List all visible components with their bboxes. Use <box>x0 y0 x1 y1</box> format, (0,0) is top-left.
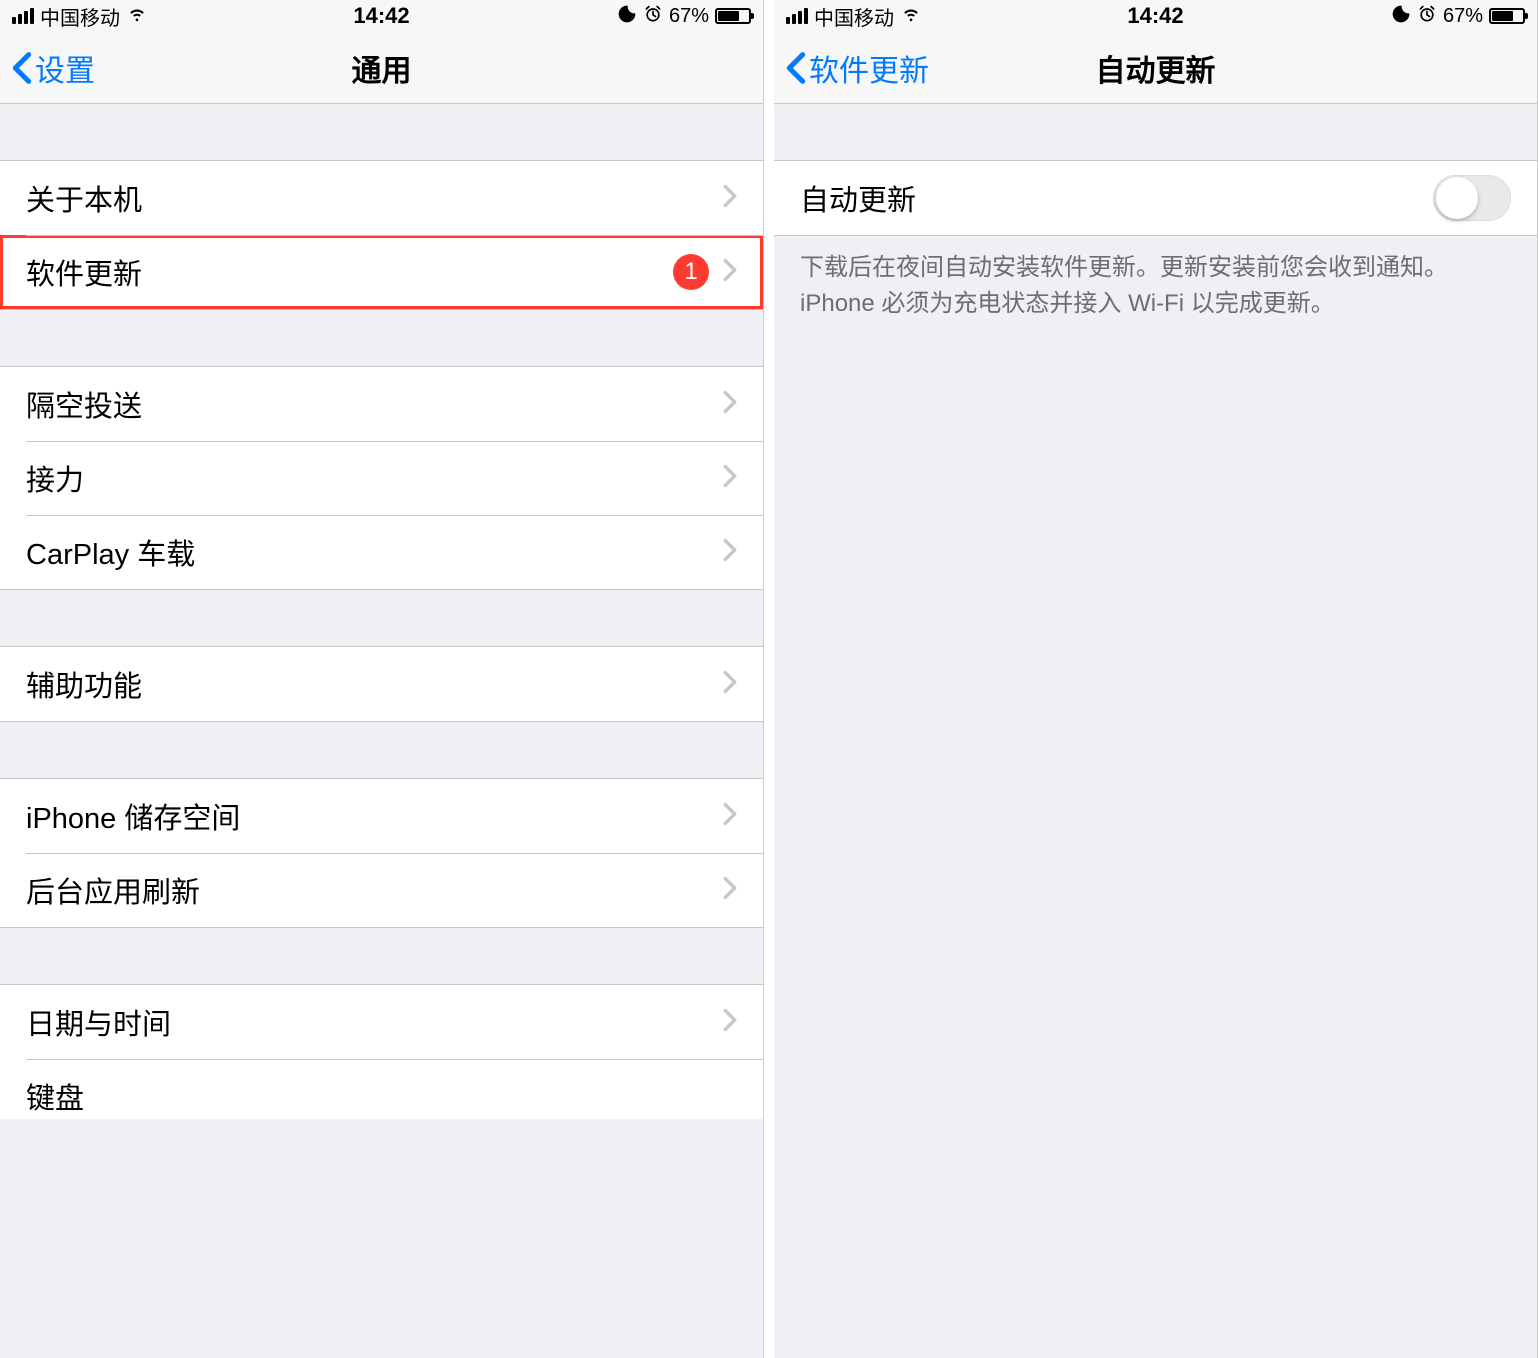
alarm-icon <box>643 4 663 29</box>
row-carplay[interactable]: CarPlay 车载 <box>0 515 763 589</box>
list-group: 辅助功能 <box>0 646 763 722</box>
wifi-icon <box>900 2 922 30</box>
chevron-right-icon <box>723 538 737 567</box>
row-label: 辅助功能 <box>26 663 142 705</box>
battery-percent: 67% <box>1443 5 1483 28</box>
chevron-right-icon <box>723 670 737 699</box>
status-bar: 中国移动 14:42 67% <box>0 0 763 32</box>
row-keyboard[interactable]: 键盘 <box>0 1059 763 1119</box>
list-group: 关于本机 软件更新 1 <box>0 160 763 310</box>
do-not-disturb-icon <box>1391 4 1411 29</box>
row-label: 隔空投送 <box>26 383 142 425</box>
list-group: 自动更新 <box>774 160 1537 236</box>
chevron-right-icon <box>723 1008 737 1037</box>
do-not-disturb-icon <box>617 4 637 29</box>
page-title: 通用 <box>352 46 412 90</box>
row-label: 日期与时间 <box>26 1001 171 1043</box>
row-storage[interactable]: iPhone 储存空间 <box>0 779 763 853</box>
nav-bar: 软件更新 自动更新 <box>774 32 1537 104</box>
row-label: 关于本机 <box>26 177 142 219</box>
section-spacer <box>0 104 763 160</box>
nav-bar: 设置 通用 <box>0 32 763 104</box>
row-handoff[interactable]: 接力 <box>0 441 763 515</box>
row-airdrop[interactable]: 隔空投送 <box>0 367 763 441</box>
footer-description: 下载后在夜间自动安装软件更新。更新安装前您会收到通知。iPhone 必须为充电状… <box>774 236 1537 336</box>
carrier-label: 中国移动 <box>814 2 894 31</box>
auto-update-toggle[interactable] <box>1433 175 1511 221</box>
notification-badge: 1 <box>673 254 709 290</box>
back-button[interactable]: 设置 <box>12 46 95 90</box>
list-group: 日期与时间 键盘 <box>0 984 763 1119</box>
row-background-refresh[interactable]: 后台应用刷新 <box>0 853 763 927</box>
battery-icon <box>715 8 751 24</box>
status-bar: 中国移动 14:42 67% <box>774 0 1537 32</box>
section-spacer <box>774 104 1537 160</box>
row-about[interactable]: 关于本机 <box>0 161 763 235</box>
list-group: iPhone 储存空间 后台应用刷新 <box>0 778 763 928</box>
chevron-right-icon <box>723 390 737 419</box>
signal-icon <box>12 8 34 24</box>
back-label: 软件更新 <box>809 46 929 90</box>
battery-percent: 67% <box>669 5 709 28</box>
chevron-right-icon <box>723 802 737 831</box>
status-time: 14:42 <box>353 3 409 29</box>
wifi-icon <box>126 2 148 30</box>
chevron-right-icon <box>723 258 737 287</box>
row-label: 自动更新 <box>800 177 916 219</box>
section-spacer <box>0 590 763 646</box>
row-label: iPhone 储存空间 <box>26 795 240 837</box>
alarm-icon <box>1417 4 1437 29</box>
chevron-right-icon <box>723 464 737 493</box>
chevron-right-icon <box>723 184 737 213</box>
row-label: CarPlay 车载 <box>26 531 195 573</box>
page-title: 自动更新 <box>1096 46 1216 90</box>
row-label: 软件更新 <box>26 251 142 293</box>
back-button[interactable]: 软件更新 <box>786 46 929 90</box>
carrier-label: 中国移动 <box>40 2 120 31</box>
row-label: 接力 <box>26 457 84 499</box>
row-date-time[interactable]: 日期与时间 <box>0 985 763 1059</box>
chevron-right-icon <box>723 876 737 905</box>
row-label: 后台应用刷新 <box>26 869 200 911</box>
section-spacer <box>0 722 763 778</box>
phone-left: 中国移动 14:42 67% 设置 通用 关于本机 <box>0 0 764 1358</box>
row-auto-update-toggle[interactable]: 自动更新 <box>774 161 1537 235</box>
signal-icon <box>786 8 808 24</box>
phone-right: 中国移动 14:42 67% 软件更新 自动更新 自动更新 <box>774 0 1538 1358</box>
status-time: 14:42 <box>1127 3 1183 29</box>
row-software-update[interactable]: 软件更新 1 <box>0 235 763 309</box>
row-accessibility[interactable]: 辅助功能 <box>0 647 763 721</box>
back-label: 设置 <box>35 46 95 90</box>
list-group: 隔空投送 接力 CarPlay 车载 <box>0 366 763 590</box>
battery-icon <box>1489 8 1525 24</box>
section-spacer <box>0 928 763 984</box>
section-spacer <box>0 310 763 366</box>
row-label: 键盘 <box>26 1075 84 1117</box>
